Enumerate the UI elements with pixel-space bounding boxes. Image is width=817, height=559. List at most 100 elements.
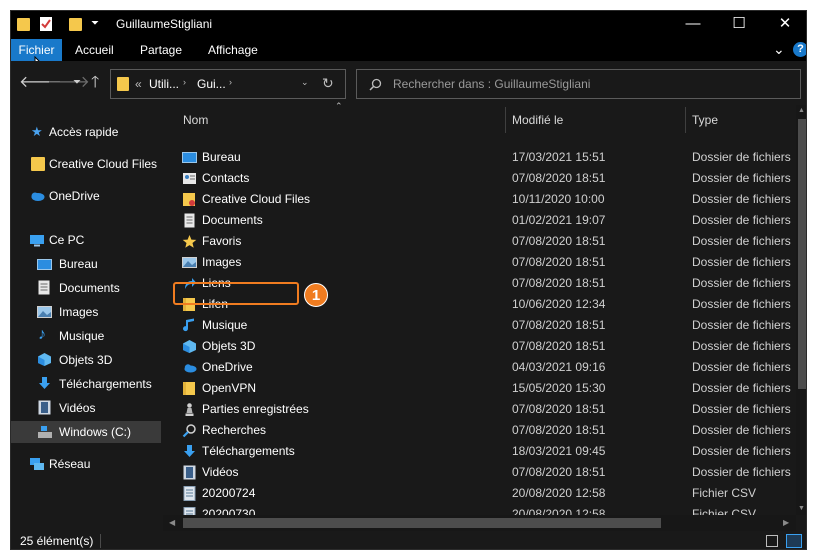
- file-row[interactable]: Recherches 07/08/2020 18:51 Dossier de fic…: [177, 420, 797, 441]
- file-type: Dossier de fichiers: [692, 150, 791, 164]
- download-icon: [182, 444, 197, 459]
- tab-partage[interactable]: Partage: [132, 39, 190, 61]
- details-view-icon[interactable]: [766, 535, 778, 547]
- ribbon-tabs: Fichier Accueil Partage Affichage ⌄ ?: [11, 39, 806, 61]
- nav-item-telechargements[interactable]: Téléchargements: [21, 373, 161, 395]
- nav-item-label: Téléchargements: [59, 377, 152, 391]
- file-row[interactable]: Favoris 07/08/2020 18:51 Dossier de fichie…: [177, 231, 797, 252]
- file-row[interactable]: Images 07/08/2020 18:51 Dossier de fichier…: [177, 252, 797, 273]
- nav-item-documents[interactable]: Documents: [21, 277, 161, 299]
- document-icon: [38, 280, 50, 295]
- column-divider[interactable]: [505, 107, 506, 133]
- file-name: Parties enregistrées: [202, 402, 309, 416]
- file-name: Vidéos: [202, 465, 239, 479]
- file-modified-date: 07/08/2020 18:51: [512, 171, 606, 185]
- folder-icon: [17, 18, 30, 31]
- large-icons-view-icon[interactable]: [786, 534, 802, 548]
- file-row[interactable]: Bureau 17/03/2021 15:51 Dossier de fichier…: [177, 147, 797, 168]
- star-icon: [182, 234, 197, 249]
- nav-item-quick-access[interactable]: ★ Accès rapide: [21, 121, 161, 143]
- quick-access-dropdown-icon[interactable]: ⏷: [91, 19, 99, 35]
- address-bar[interactable]: « Utili... › Gui... › ⌄ ↻: [110, 69, 346, 99]
- scroll-down-icon[interactable]: ▼: [798, 505, 805, 512]
- breadcrumb-overflow[interactable]: «: [135, 77, 142, 91]
- search-icon: [182, 423, 197, 438]
- file-type: Dossier de fichiers: [692, 213, 791, 227]
- horizontal-scrollbar[interactable]: ◀ ▶: [163, 515, 796, 531]
- file-row[interactable]: 20200724 20/08/2020 12:58 Fichier CSV: [177, 483, 797, 504]
- file-name: Documents: [202, 213, 263, 227]
- nav-item-objets-3d[interactable]: Objets 3D: [21, 349, 161, 371]
- close-button[interactable]: ✕: [762, 11, 806, 39]
- nav-item-label: Accès rapide: [49, 125, 119, 139]
- nav-item-musique[interactable]: ♪ Musique: [21, 325, 161, 347]
- nav-item-images[interactable]: Images: [21, 301, 161, 323]
- help-icon[interactable]: ?: [793, 42, 806, 57]
- file-row[interactable]: Téléchargements 18/03/2021 09:45 Dossier d…: [177, 441, 797, 462]
- scroll-right-icon[interactable]: ▶: [783, 518, 789, 527]
- refresh-icon[interactable]: ↻: [322, 75, 334, 92]
- file-modified-date: 07/08/2020 18:51: [512, 402, 606, 416]
- vertical-scrollbar[interactable]: ▲ ▼: [796, 105, 806, 515]
- maximize-button[interactable]: ☐: [716, 11, 762, 39]
- breadcrumb-chevron-icon[interactable]: ›: [183, 77, 186, 87]
- file-row[interactable]: OpenVPN 15/05/2020 15:30 Dossier de fichie…: [177, 378, 797, 399]
- contacts-icon: [182, 171, 197, 186]
- nav-item-creative-cloud[interactable]: Creative Cloud Files: [21, 153, 163, 175]
- column-header-type[interactable]: Type: [692, 105, 792, 135]
- address-dropdown-icon[interactable]: ⌄: [301, 77, 309, 88]
- music-icon: ♪: [38, 326, 46, 343]
- column-divider[interactable]: [685, 107, 686, 133]
- nav-item-reseau[interactable]: Réseau: [21, 453, 161, 475]
- file-row[interactable]: Objets 3D 07/08/2020 18:51 Dossier de fich…: [177, 336, 797, 357]
- file-type: Fichier CSV: [692, 486, 757, 500]
- nav-item-label: Ce PC: [49, 233, 85, 247]
- file-row[interactable]: Parties enregistrées 07/08/2020 18:51 Doss…: [177, 399, 797, 420]
- file-type: Dossier de fichiers: [692, 318, 791, 332]
- column-header-modified[interactable]: Modifié le: [512, 105, 682, 135]
- file-row[interactable]: Vidéos 07/08/2020 18:51 Dossier de fichier…: [177, 462, 797, 483]
- file-row[interactable]: OneDrive 04/03/2021 09:16 Dossier de fichi…: [177, 357, 797, 378]
- download-icon: [39, 377, 50, 389]
- nav-item-label: Creative Cloud Files: [49, 157, 158, 171]
- file-name: OneDrive: [202, 360, 253, 374]
- nav-item-label: Windows (C:): [59, 425, 132, 439]
- recent-locations-chevron-icon[interactable]: ⏷: [73, 75, 81, 91]
- file-row[interactable]: Contacts 07/08/2020 18:51 Dossier de fichi…: [177, 168, 797, 189]
- search-box[interactable]: Rechercher dans : GuillaumeStigliani: [356, 69, 801, 99]
- file-row[interactable]: Creative Cloud Files 10/11/2020 10:00 Doss…: [177, 189, 797, 210]
- file-modified-date: 07/08/2020 18:51: [512, 339, 606, 353]
- navigation-pane: ★ Accès rapide Creative Cloud Files OneD…: [11, 105, 163, 531]
- window-title: GuillaumeStigliani: [116, 17, 213, 31]
- search-placeholder: Rechercher dans : GuillaumeStigliani: [393, 77, 591, 91]
- file-type: Dossier de fichiers: [692, 255, 791, 269]
- forward-arrow-icon[interactable]: 🡒: [47, 75, 90, 91]
- ribbon-expand-icon[interactable]: ⌄: [773, 41, 785, 57]
- file-type: Dossier de fichiers: [692, 444, 791, 458]
- scroll-left-icon[interactable]: ◀: [169, 518, 175, 527]
- nav-item-onedrive[interactable]: OneDrive: [21, 185, 161, 207]
- file-row[interactable]: Documents 01/02/2021 19:07 Dossier de fich…: [177, 210, 797, 231]
- tab-affichage[interactable]: Affichage: [200, 39, 266, 61]
- file-row[interactable]: Musique 07/08/2020 18:51 Dossier de fichie…: [177, 315, 797, 336]
- file-type: Dossier de fichiers: [692, 465, 791, 479]
- nav-item-bureau[interactable]: Bureau: [21, 253, 161, 275]
- scroll-up-icon[interactable]: ▲: [798, 107, 805, 114]
- breadcrumb-chevron-icon[interactable]: ›: [229, 77, 232, 87]
- file-type: Dossier de fichiers: [692, 402, 791, 416]
- tab-accueil[interactable]: Accueil: [67, 39, 122, 61]
- breadcrumb-item[interactable]: Gui...: [197, 77, 226, 91]
- file-modified-date: 07/08/2020 18:51: [512, 255, 606, 269]
- computer-icon: [30, 235, 44, 247]
- nav-item-this-pc[interactable]: Ce PC: [21, 229, 161, 251]
- nav-item-windows-c[interactable]: Windows (C:): [11, 421, 161, 443]
- column-header-name[interactable]: Nom: [183, 105, 503, 135]
- minimize-button[interactable]: —: [670, 11, 716, 39]
- new-folder-icon[interactable]: [69, 18, 82, 31]
- nav-item-videos[interactable]: Vidéos: [21, 397, 161, 419]
- vertical-scroll-thumb[interactable]: [798, 119, 806, 389]
- properties-checkmark-icon[interactable]: [39, 16, 53, 32]
- up-arrow-icon[interactable]: 🡑: [91, 75, 99, 91]
- horizontal-scroll-thumb[interactable]: [183, 518, 661, 528]
- breadcrumb-item[interactable]: Utili...: [149, 77, 179, 91]
